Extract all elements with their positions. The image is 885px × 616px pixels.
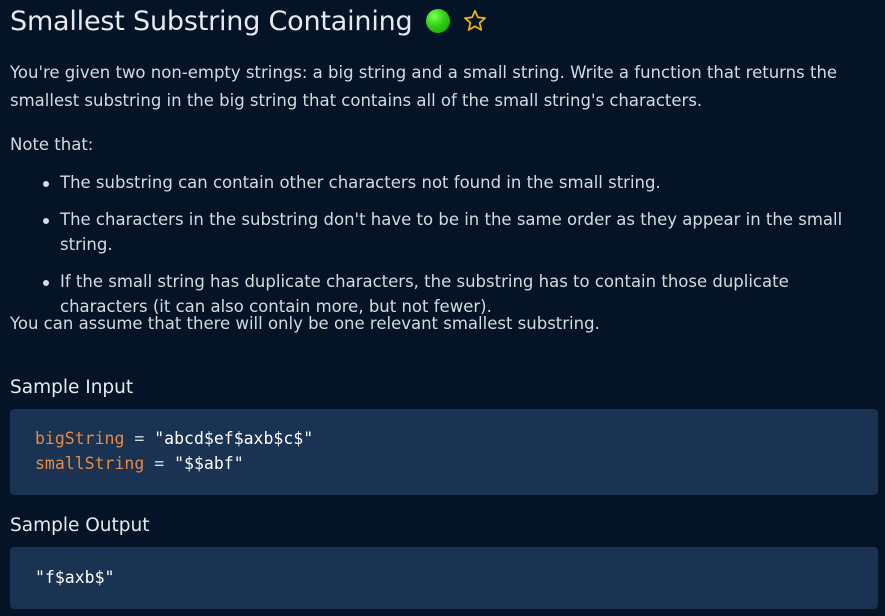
difficulty-indicator-icon [425, 9, 450, 33]
sample-output-heading: Sample Output [10, 515, 150, 536]
problem-description: You're given two non-empty strings: a bi… [10, 63, 838, 110]
code-operator: = [144, 454, 175, 473]
code-variable: smallString [35, 454, 145, 473]
code-line: bigString = "abcd$ef$axb$c$" [35, 427, 313, 451]
assumption-text: You can assume that there will only be o… [10, 314, 600, 333]
title-row: Smallest Substring Containing [10, 0, 878, 42]
note-item: The characters in the substring don't ha… [10, 207, 880, 257]
code-line: "f$axb$" [35, 566, 114, 590]
code-string: "$$abf" [174, 454, 244, 473]
code-string: "abcd$ef$axb$c$" [154, 429, 314, 448]
problem-page: Smallest Substring Containing You're giv… [10, 0, 878, 609]
notes-list: The substring can contain other characte… [10, 170, 880, 331]
code-string: "f$axb$" [35, 568, 115, 587]
code-variable: bigString [35, 429, 125, 448]
page-title: Smallest Substring Containing [10, 5, 413, 37]
sample-input-code-block: bigString = "abcd$ef$axb$c$" smallString… [10, 409, 878, 495]
star-outline-icon[interactable] [462, 8, 488, 34]
sample-output-code-block: "f$axb$" [10, 547, 878, 609]
sample-input-heading: Sample Input [10, 377, 134, 398]
note-item: The substring can contain other characte… [10, 170, 880, 195]
code-line: smallString = "$$abf" [35, 452, 244, 476]
code-operator: = [124, 429, 155, 448]
note-intro: Note that: [10, 135, 94, 154]
